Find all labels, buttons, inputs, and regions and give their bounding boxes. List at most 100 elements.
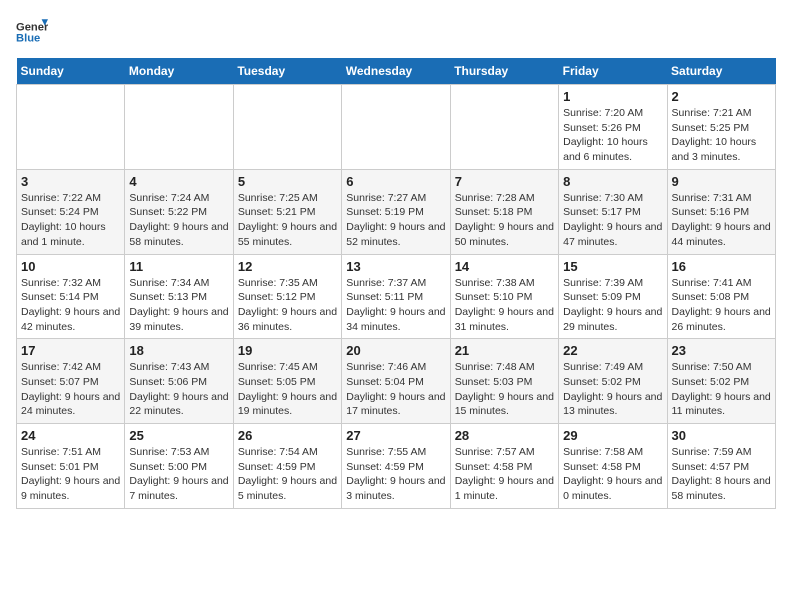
day-number: 13 [346, 259, 445, 274]
calendar-cell: 30 Sunrise: 7:59 AM Sunset: 4:57 PM Dayli… [667, 424, 775, 509]
day-number: 27 [346, 428, 445, 443]
day-info: Sunrise: 7:22 AM Sunset: 5:24 PM Dayligh… [21, 191, 120, 250]
weekday-header-friday: Friday [559, 58, 667, 85]
calendar-cell [450, 85, 558, 170]
weekday-header-row: SundayMondayTuesdayWednesdayThursdayFrid… [17, 58, 776, 85]
day-number: 10 [21, 259, 120, 274]
day-info: Sunrise: 7:34 AM Sunset: 5:13 PM Dayligh… [129, 276, 228, 335]
day-number: 11 [129, 259, 228, 274]
day-info: Sunrise: 7:55 AM Sunset: 4:59 PM Dayligh… [346, 445, 445, 504]
calendar-cell: 28 Sunrise: 7:57 AM Sunset: 4:58 PM Dayli… [450, 424, 558, 509]
day-info: Sunrise: 7:28 AM Sunset: 5:18 PM Dayligh… [455, 191, 554, 250]
calendar-cell [342, 85, 450, 170]
day-info: Sunrise: 7:24 AM Sunset: 5:22 PM Dayligh… [129, 191, 228, 250]
day-info: Sunrise: 7:50 AM Sunset: 5:02 PM Dayligh… [672, 360, 771, 419]
calendar-cell: 22 Sunrise: 7:49 AM Sunset: 5:02 PM Dayli… [559, 339, 667, 424]
calendar-cell: 16 Sunrise: 7:41 AM Sunset: 5:08 PM Dayli… [667, 254, 775, 339]
day-number: 3 [21, 174, 120, 189]
day-number: 2 [672, 89, 771, 104]
day-number: 25 [129, 428, 228, 443]
weekday-header-wednesday: Wednesday [342, 58, 450, 85]
day-info: Sunrise: 7:21 AM Sunset: 5:25 PM Dayligh… [672, 106, 771, 165]
calendar-cell: 29 Sunrise: 7:58 AM Sunset: 4:58 PM Dayli… [559, 424, 667, 509]
day-number: 15 [563, 259, 662, 274]
day-number: 14 [455, 259, 554, 274]
calendar-cell: 12 Sunrise: 7:35 AM Sunset: 5:12 PM Dayli… [233, 254, 341, 339]
calendar-week-2: 3 Sunrise: 7:22 AM Sunset: 5:24 PM Daylig… [17, 169, 776, 254]
weekday-header-saturday: Saturday [667, 58, 775, 85]
day-info: Sunrise: 7:58 AM Sunset: 4:58 PM Dayligh… [563, 445, 662, 504]
calendar-week-1: 1Sunrise: 7:20 AM Sunset: 5:26 PM Daylig… [17, 85, 776, 170]
day-info: Sunrise: 7:49 AM Sunset: 5:02 PM Dayligh… [563, 360, 662, 419]
calendar-cell [125, 85, 233, 170]
day-info: Sunrise: 7:48 AM Sunset: 5:03 PM Dayligh… [455, 360, 554, 419]
day-info: Sunrise: 7:57 AM Sunset: 4:58 PM Dayligh… [455, 445, 554, 504]
day-number: 30 [672, 428, 771, 443]
day-info: Sunrise: 7:51 AM Sunset: 5:01 PM Dayligh… [21, 445, 120, 504]
calendar-cell [17, 85, 125, 170]
calendar-cell [233, 85, 341, 170]
svg-text:Blue: Blue [16, 33, 40, 45]
day-info: Sunrise: 7:53 AM Sunset: 5:00 PM Dayligh… [129, 445, 228, 504]
day-info: Sunrise: 7:46 AM Sunset: 5:04 PM Dayligh… [346, 360, 445, 419]
day-number: 9 [672, 174, 771, 189]
day-number: 26 [238, 428, 337, 443]
calendar-cell: 23 Sunrise: 7:50 AM Sunset: 5:02 PM Dayli… [667, 339, 775, 424]
day-info: Sunrise: 7:45 AM Sunset: 5:05 PM Dayligh… [238, 360, 337, 419]
weekday-header-tuesday: Tuesday [233, 58, 341, 85]
day-info: Sunrise: 7:42 AM Sunset: 5:07 PM Dayligh… [21, 360, 120, 419]
day-info: Sunrise: 7:35 AM Sunset: 5:12 PM Dayligh… [238, 276, 337, 335]
day-number: 23 [672, 343, 771, 358]
day-number: 8 [563, 174, 662, 189]
calendar-cell: 7 Sunrise: 7:28 AM Sunset: 5:18 PM Daylig… [450, 169, 558, 254]
day-info: Sunrise: 7:38 AM Sunset: 5:10 PM Dayligh… [455, 276, 554, 335]
day-number: 29 [563, 428, 662, 443]
day-number: 18 [129, 343, 228, 358]
weekday-header-thursday: Thursday [450, 58, 558, 85]
day-info: Sunrise: 7:30 AM Sunset: 5:17 PM Dayligh… [563, 191, 662, 250]
calendar-cell: 24Sunrise: 7:51 AM Sunset: 5:01 PM Dayli… [17, 424, 125, 509]
day-info: Sunrise: 7:41 AM Sunset: 5:08 PM Dayligh… [672, 276, 771, 335]
page-header: General Blue [16, 16, 776, 48]
day-info: Sunrise: 7:37 AM Sunset: 5:11 PM Dayligh… [346, 276, 445, 335]
weekday-header-monday: Monday [125, 58, 233, 85]
day-number: 6 [346, 174, 445, 189]
day-number: 21 [455, 343, 554, 358]
calendar-body: 1Sunrise: 7:20 AM Sunset: 5:26 PM Daylig… [17, 85, 776, 509]
calendar-cell: 8 Sunrise: 7:30 AM Sunset: 5:17 PM Daylig… [559, 169, 667, 254]
day-number: 17 [21, 343, 120, 358]
day-info: Sunrise: 7:27 AM Sunset: 5:19 PM Dayligh… [346, 191, 445, 250]
calendar-cell: 15 Sunrise: 7:39 AM Sunset: 5:09 PM Dayli… [559, 254, 667, 339]
day-info: Sunrise: 7:25 AM Sunset: 5:21 PM Dayligh… [238, 191, 337, 250]
calendar-cell: 3 Sunrise: 7:22 AM Sunset: 5:24 PM Daylig… [17, 169, 125, 254]
day-number: 28 [455, 428, 554, 443]
day-number: 19 [238, 343, 337, 358]
day-number: 12 [238, 259, 337, 274]
day-info: Sunrise: 7:43 AM Sunset: 5:06 PM Dayligh… [129, 360, 228, 419]
day-number: 20 [346, 343, 445, 358]
calendar-cell: 5Sunrise: 7:25 AM Sunset: 5:21 PM Daylig… [233, 169, 341, 254]
calendar-cell: 11 Sunrise: 7:34 AM Sunset: 5:13 PM Dayli… [125, 254, 233, 339]
day-number: 22 [563, 343, 662, 358]
day-info: Sunrise: 7:39 AM Sunset: 5:09 PM Dayligh… [563, 276, 662, 335]
day-number: 1 [563, 89, 662, 104]
calendar-table: SundayMondayTuesdayWednesdayThursdayFrid… [16, 58, 776, 509]
day-info: Sunrise: 7:32 AM Sunset: 5:14 PM Dayligh… [21, 276, 120, 335]
calendar-cell: 6 Sunrise: 7:27 AM Sunset: 5:19 PM Daylig… [342, 169, 450, 254]
day-number: 16 [672, 259, 771, 274]
calendar-cell: 13 Sunrise: 7:37 AM Sunset: 5:11 PM Dayli… [342, 254, 450, 339]
calendar-week-4: 17 Sunrise: 7:42 AM Sunset: 5:07 PM Dayli… [17, 339, 776, 424]
calendar-cell: 19 Sunrise: 7:45 AM Sunset: 5:05 PM Dayli… [233, 339, 341, 424]
calendar-cell: 26Sunrise: 7:54 AM Sunset: 4:59 PM Dayli… [233, 424, 341, 509]
day-number: 7 [455, 174, 554, 189]
svg-text:General: General [16, 21, 48, 33]
calendar-cell: 20 Sunrise: 7:46 AM Sunset: 5:04 PM Dayli… [342, 339, 450, 424]
calendar-cell: 21 Sunrise: 7:48 AM Sunset: 5:03 PM Dayli… [450, 339, 558, 424]
calendar-cell: 10 Sunrise: 7:32 AM Sunset: 5:14 PM Dayli… [17, 254, 125, 339]
calendar-cell: 2 Sunrise: 7:21 AM Sunset: 5:25 PM Daylig… [667, 85, 775, 170]
day-number: 4 [129, 174, 228, 189]
calendar-week-5: 24Sunrise: 7:51 AM Sunset: 5:01 PM Dayli… [17, 424, 776, 509]
calendar-cell: 1Sunrise: 7:20 AM Sunset: 5:26 PM Daylig… [559, 85, 667, 170]
calendar-header: SundayMondayTuesdayWednesdayThursdayFrid… [17, 58, 776, 85]
day-info: Sunrise: 7:59 AM Sunset: 4:57 PM Dayligh… [672, 445, 771, 504]
